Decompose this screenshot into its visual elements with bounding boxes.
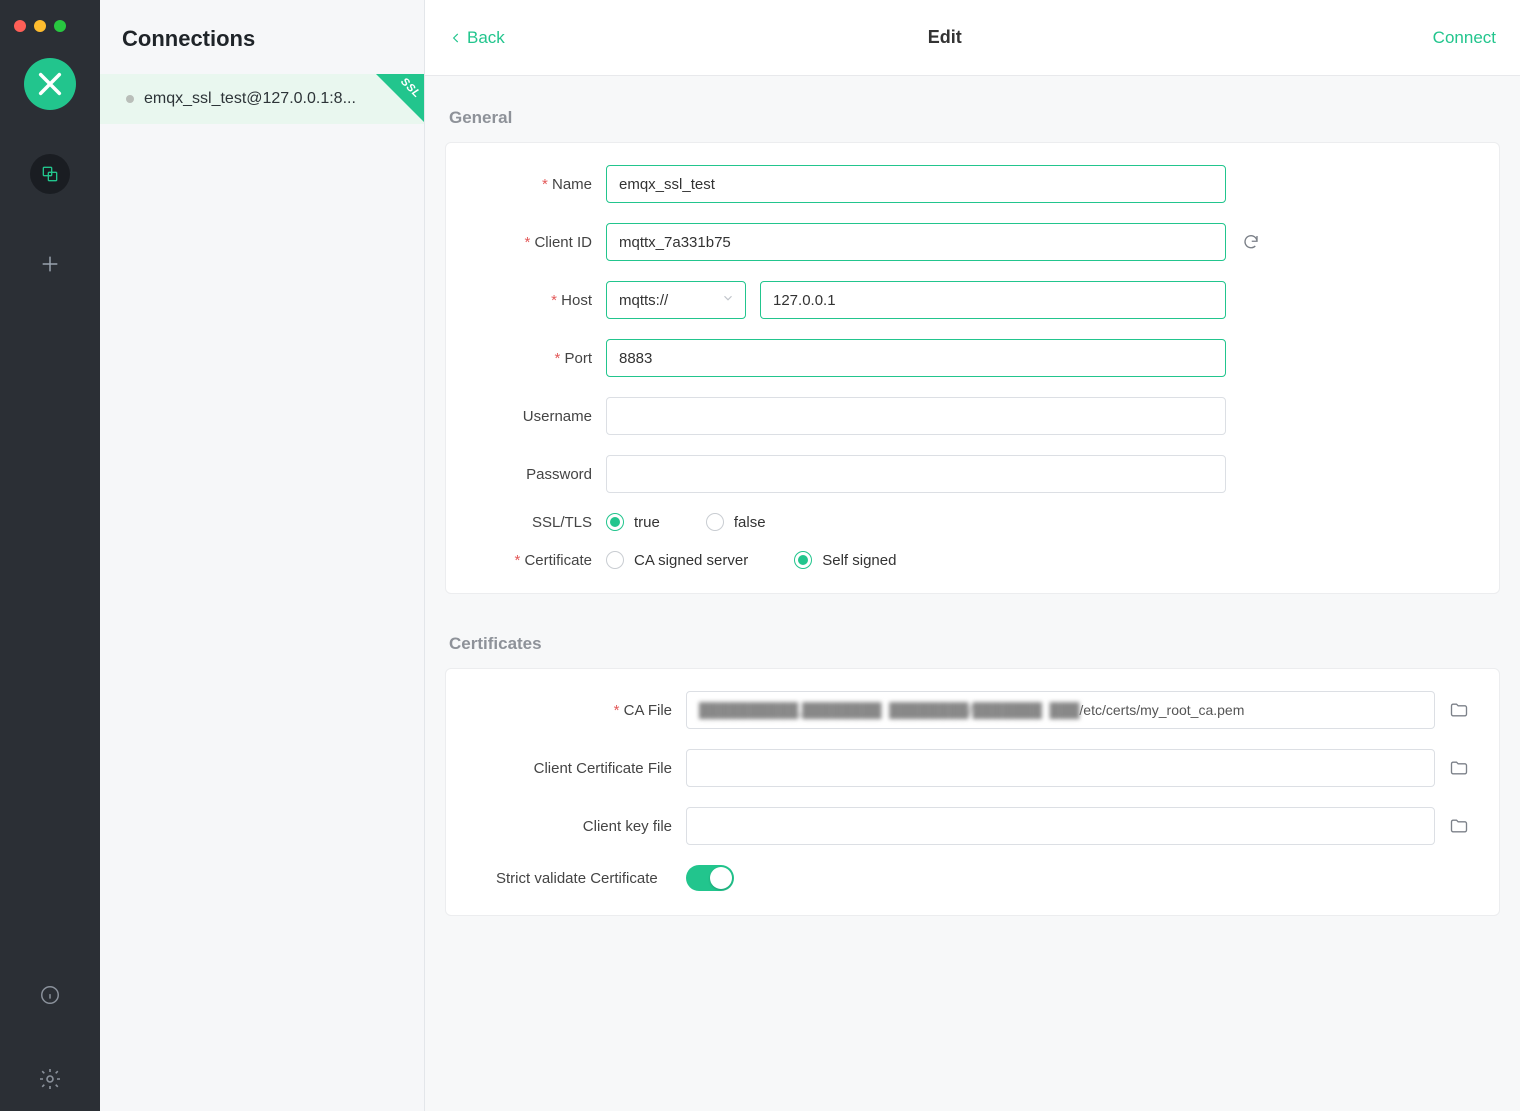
protocol-value: mqtts:// [619,292,668,309]
label-client-key-file: Client key file [476,818,686,835]
sidebar-title: Connections [122,26,402,52]
cert-self-signed-radio[interactable]: Self signed [794,551,896,569]
cert-ca-signed-radio[interactable]: CA signed server [606,551,748,569]
host-input[interactable] [760,281,1226,319]
sidebar-header: Connections [100,0,424,74]
cert-ca-signed-label: CA signed server [634,552,748,569]
page-title: Edit [457,27,1433,48]
connect-button[interactable]: Connect [1433,28,1496,48]
client-cert-browse-button[interactable] [1449,758,1469,778]
name-input[interactable] [606,165,1226,203]
connections-sidebar: Connections emqx_ssl_test@127.0.0.1:8...… [100,0,425,1111]
chevron-down-icon [721,291,735,309]
close-window-icon[interactable] [14,20,26,32]
label-host: Host [476,292,606,309]
general-card: Name Client ID Host [445,142,1500,594]
strict-validate-toggle[interactable] [686,865,734,891]
ssl-true-label: true [634,514,660,531]
label-port: Port [476,350,606,367]
form-content: General Name Client ID [425,76,1520,1111]
port-input[interactable] [606,339,1226,377]
window-controls [14,12,66,52]
ca-file-browse-button[interactable] [1449,700,1469,720]
certificates-card: CA File ██████████,████████ ████████/███… [445,668,1500,916]
label-strict-validate: Strict validate Certificate [476,870,686,887]
main-panel: Back Edit Connect General Name Client ID [425,0,1520,1111]
ssl-false-label: false [734,514,766,531]
left-nav [0,0,100,1111]
client-id-input[interactable] [606,223,1226,261]
connection-item-label: emqx_ssl_test@127.0.0.1:8... [144,90,356,108]
connection-status-icon [126,95,134,103]
maximize-window-icon[interactable] [54,20,66,32]
ssl-true-radio[interactable]: true [606,513,660,531]
section-general-title: General [449,108,1500,128]
topbar: Back Edit Connect [425,0,1520,76]
ssl-false-radio[interactable]: false [706,513,766,531]
label-name: Name [476,176,606,193]
client-key-file-input[interactable] [686,807,1435,845]
label-ca-file: CA File [476,702,686,719]
label-client-id: Client ID [476,234,606,251]
radio-on-icon [794,551,812,569]
app-logo [24,58,76,110]
label-certificate: Certificate [476,552,606,569]
connection-item[interactable]: emqx_ssl_test@127.0.0.1:8... SSL [100,74,424,124]
label-password: Password [476,466,606,483]
client-cert-file-input[interactable] [686,749,1435,787]
app-root: Connections emqx_ssl_test@127.0.0.1:8...… [0,0,1520,1111]
client-key-browse-button[interactable] [1449,816,1469,836]
protocol-select[interactable]: mqtts:// [606,281,746,319]
refresh-client-id-button[interactable] [1240,231,1262,253]
password-input[interactable] [606,455,1226,493]
radio-on-icon [606,513,624,531]
username-input[interactable] [606,397,1226,435]
cert-self-signed-label: Self signed [822,552,896,569]
nav-connections-button[interactable] [30,154,70,194]
ca-file-path-suffix: /etc/certs/my_root_ca.pem [1079,702,1244,718]
info-icon[interactable] [38,983,62,1007]
gear-icon[interactable] [38,1067,62,1091]
section-certificates-title: Certificates [449,634,1500,654]
label-username: Username [476,408,606,425]
nav-new-button[interactable] [30,244,70,284]
ca-file-input[interactable]: ██████████,████████ ████████/███████ ███… [686,691,1435,729]
label-client-cert-file: Client Certificate File [476,760,686,777]
ca-file-path-redacted: ██████████,████████ ████████/███████ ███ [699,702,1079,718]
radio-off-icon [706,513,724,531]
label-ssl-tls: SSL/TLS [476,514,606,531]
minimize-window-icon[interactable] [34,20,46,32]
radio-off-icon [606,551,624,569]
